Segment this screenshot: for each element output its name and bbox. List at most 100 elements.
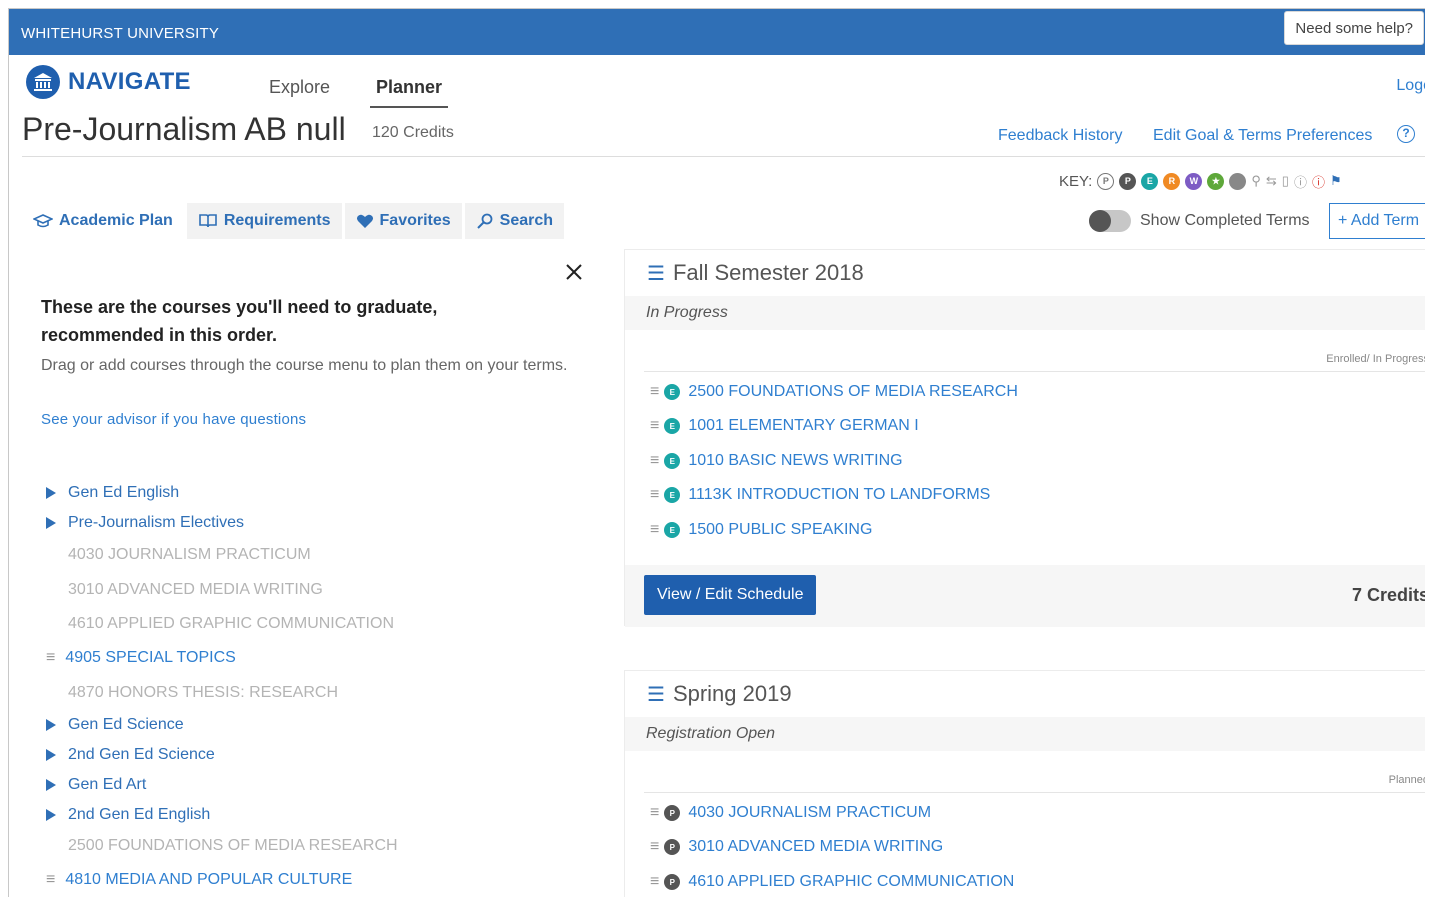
course-status-label: Planned (1388, 774, 1425, 786)
drag-handle-icon[interactable]: ≡ (46, 871, 55, 889)
navigate-logo[interactable]: NAVIGATE (26, 65, 191, 99)
drag-handle-icon[interactable]: ≡ (650, 838, 659, 856)
swap-icon: ⇆ (1265, 173, 1277, 188)
enrolled-badge: E (664, 487, 681, 503)
course-item[interactable]: ≡ E 1113K INTRODUCTION TO LANDFORMS (650, 486, 990, 504)
tab-search[interactable]: Search (464, 203, 565, 239)
enrolled-badge: E (664, 384, 681, 400)
course-item[interactable]: ≡ E 1010 BASIC NEWS WRITING (650, 452, 903, 470)
course-label: 4810 MEDIA AND POPULAR CULTURE (65, 871, 353, 888)
drag-handle-icon[interactable]: ≡ (46, 649, 55, 667)
term-header[interactable]: ☰ Fall Semester 2018 (625, 250, 1425, 296)
key-badge-enrolled: E (1141, 172, 1159, 190)
alert-icon: ⓘ (1311, 174, 1325, 190)
key-badge-registered: R (1163, 172, 1181, 190)
course-item[interactable]: ≡ E 2500 FOUNDATIONS OF MEDIA RESEARCH (650, 383, 1018, 401)
edit-goal-link[interactable]: Edit Goal & Terms Preferences (1153, 127, 1372, 145)
requirement-group[interactable]: Pre-Journalism Electives (46, 514, 244, 532)
course-link[interactable]: ≡ 4810 MEDIA AND POPULAR CULTURE (46, 871, 352, 889)
planned-course: 4870 HONORS THESIS: RESEARCH (68, 684, 339, 701)
total-credits: 120 Credits (372, 124, 454, 141)
course-name: 3010 ADVANCED MEDIA WRITING (688, 838, 944, 855)
expand-triangle-icon (46, 718, 56, 731)
planned-course: 4610 APPLIED GRAPHIC COMMUNICATION (68, 615, 394, 632)
requirement-group[interactable]: 2nd Gen Ed Science (46, 746, 215, 764)
add-term-button[interactable]: + Add Term (1329, 203, 1425, 239)
drag-handle-icon[interactable]: ≡ (650, 486, 659, 504)
requirement-group[interactable]: Gen Ed Science (46, 716, 184, 734)
course-name: 4610 APPLIED GRAPHIC COMMUNICATION (688, 873, 1015, 890)
help-button[interactable]: Need some help? (1284, 11, 1424, 45)
feedback-history-link[interactable]: Feedback History (998, 127, 1123, 145)
planned-course: 2500 FOUNDATIONS OF MEDIA RESEARCH (68, 837, 398, 854)
main-nav: NAVIGATE Explore Planner Logo (9, 55, 1425, 111)
expand-triangle-icon (46, 778, 56, 791)
term-name: Spring 2019 (672, 681, 792, 706)
course-item[interactable]: ≡ E 1001 ELEMENTARY GERMAN I (650, 417, 919, 435)
expand-triangle-icon (46, 516, 56, 529)
enrolled-badge: E (664, 453, 681, 469)
drag-handle-icon[interactable]: ≡ (650, 521, 659, 539)
requirement-group[interactable]: Gen Ed Art (46, 776, 146, 794)
course-name: 1010 BASIC NEWS WRITING (688, 452, 903, 469)
show-completed-label: Show Completed Terms (1140, 212, 1310, 229)
help-circle-icon[interactable]: ? (1397, 125, 1415, 143)
planned-badge: P (664, 805, 681, 821)
expand-triangle-icon (46, 748, 56, 761)
drag-handle-icon[interactable]: ≡ (650, 804, 659, 822)
course-link[interactable]: ≡ 4905 SPECIAL TOPICS (46, 649, 236, 667)
key-label: KEY: (1059, 172, 1093, 190)
requirement-group[interactable]: 2nd Gen Ed English (46, 806, 210, 824)
top-bar: WHITEHURST UNIVERSITY Need some help? (9, 9, 1425, 55)
app-frame: WHITEHURST UNIVERSITY Need some help? NA… (8, 8, 1425, 897)
term-credits: 7 Credits (1351, 585, 1425, 605)
view-edit-schedule-button[interactable]: View / Edit Schedule (644, 575, 817, 615)
tab-favorites[interactable]: Favorites (344, 203, 462, 239)
drag-handle-icon[interactable]: ≡ (650, 873, 659, 891)
course-item[interactable]: ≡ P 3010 ADVANCED MEDIA WRITING (650, 838, 943, 856)
course-item[interactable]: ≡ E 1500 PUBLIC SPEAKING (650, 521, 872, 539)
course-status-label: Enrolled/ In Progress (1326, 353, 1425, 365)
university-building-icon (26, 65, 60, 99)
term-card-spring-2019: ☰ Spring 2019 Registration Open Planned ≡… (624, 670, 1425, 897)
menu-icon[interactable]: ☰ (647, 261, 665, 286)
requirement-group[interactable]: Gen Ed English (46, 484, 179, 502)
book-icon (198, 213, 218, 229)
graduation-cap-icon (33, 213, 53, 229)
brand-name: NAVIGATE (68, 68, 191, 95)
info-icon: ⓘ (1293, 174, 1307, 190)
tab-requirements[interactable]: Requirements (186, 203, 342, 239)
logout-link[interactable]: Logo (1396, 77, 1425, 95)
drag-handle-icon[interactable]: ≡ (650, 452, 659, 470)
course-item[interactable]: ≡ P 4610 APPLIED GRAPHIC COMMUNICATION (650, 873, 1014, 891)
enrolled-badge: E (664, 418, 681, 434)
planned-course: 3010 ADVANCED MEDIA WRITING (68, 581, 323, 598)
group-label: Gen Ed English (68, 484, 180, 501)
close-icon[interactable] (563, 261, 585, 283)
term-header[interactable]: ☰ Spring 2019 (625, 671, 1425, 717)
course-item[interactable]: ≡ P 4030 JOURNALISM PRACTICUM (650, 804, 931, 822)
group-label: 2nd Gen Ed Science (68, 746, 215, 763)
heart-icon (356, 213, 374, 229)
tab-explore[interactable]: Explore (269, 77, 330, 98)
note-icon: ▯ (1281, 173, 1289, 188)
course-name: 2500 FOUNDATIONS OF MEDIA RESEARCH (688, 383, 1018, 400)
toggle-key-icon (1229, 172, 1247, 190)
menu-icon[interactable]: ☰ (647, 682, 665, 707)
tab-planner[interactable]: Planner (370, 77, 449, 108)
group-label: 2nd Gen Ed English (68, 806, 211, 823)
drag-handle-icon[interactable]: ≡ (650, 417, 659, 435)
expand-triangle-icon (46, 486, 56, 499)
university-name: WHITEHURST UNIVERSITY (21, 25, 220, 42)
tab-academic-plan[interactable]: Academic Plan (22, 203, 184, 239)
tab-label: Requirements (223, 212, 331, 229)
planner-tabs: Academic Plan Requirements Favorites Sea… (22, 203, 567, 239)
page-title: Pre-Journalism AB null (22, 111, 346, 147)
show-completed-toggle[interactable] (1089, 210, 1131, 232)
tab-label: Academic Plan (59, 212, 173, 229)
search-icon (476, 213, 494, 229)
course-name: 4030 JOURNALISM PRACTICUM (688, 804, 932, 821)
course-label: 4905 SPECIAL TOPICS (65, 649, 236, 666)
planned-course: 4030 JOURNALISM PRACTICUM (68, 546, 311, 563)
drag-handle-icon[interactable]: ≡ (650, 383, 659, 401)
